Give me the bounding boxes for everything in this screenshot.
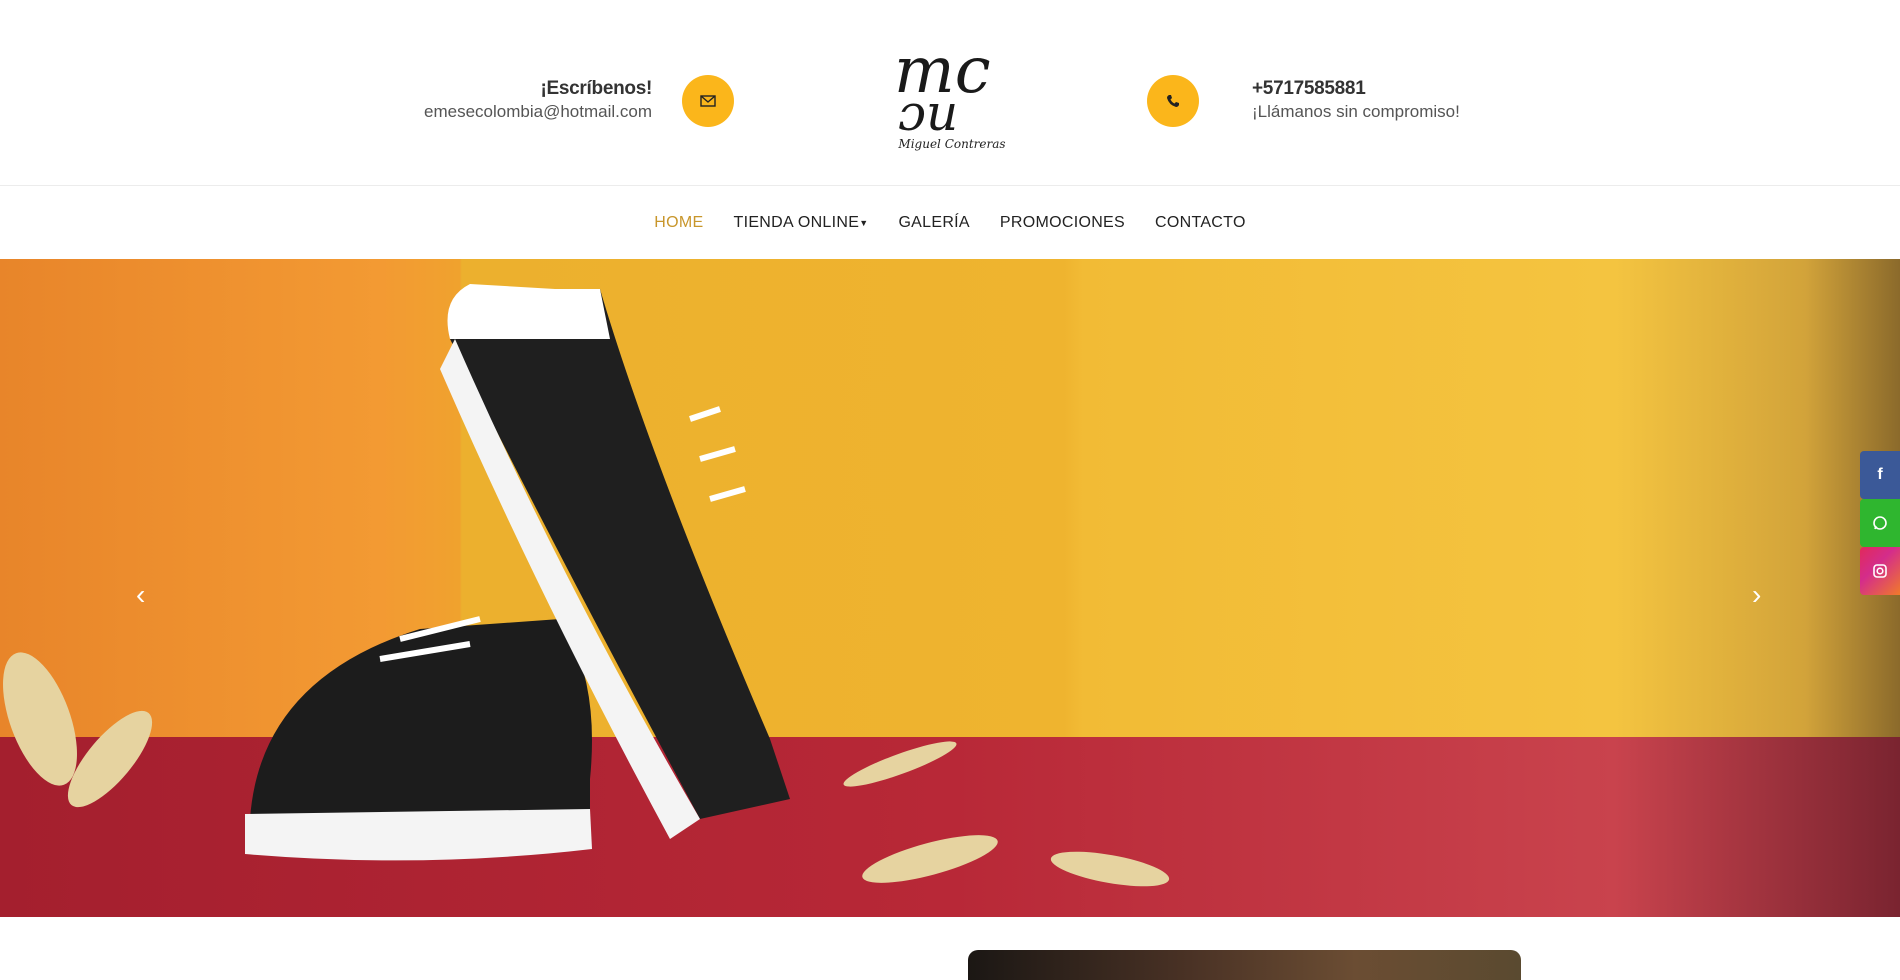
email-contact: ¡Escríbenos! emesecolombia@hotmail.com bbox=[424, 78, 652, 122]
email-title: ¡Escríbenos! bbox=[540, 78, 653, 99]
nav-tienda-online[interactable]: TIENDA ONLINE▼ bbox=[734, 214, 869, 232]
instagram-icon bbox=[1873, 564, 1887, 578]
slider-prev-button[interactable]: ‹ bbox=[136, 579, 145, 611]
instagram-button[interactable] bbox=[1860, 547, 1900, 595]
facebook-icon: f bbox=[1877, 466, 1883, 483]
nav-promociones[interactable]: PROMOCIONES bbox=[1000, 214, 1125, 232]
hero-slider: ‹ › bbox=[0, 259, 1900, 917]
hero-shoes-image bbox=[3, 284, 1170, 887]
slider-next-button[interactable]: › bbox=[1752, 579, 1761, 611]
phone-icon[interactable] bbox=[1147, 75, 1199, 127]
logo[interactable]: mc ɔu Miguel Contreras bbox=[884, 34, 1020, 154]
svg-text:ɔu: ɔu bbox=[898, 84, 958, 142]
svg-text:Miguel Contreras: Miguel Contreras bbox=[897, 137, 1005, 151]
caret-down-icon: ▼ bbox=[859, 217, 869, 228]
featured-image-card[interactable] bbox=[968, 950, 1521, 980]
nav-contacto[interactable]: CONTACTO bbox=[1155, 214, 1246, 232]
main-nav: HOME TIENDA ONLINE▼ GALERÍA PROMOCIONES … bbox=[0, 186, 1900, 259]
whatsapp-icon bbox=[1873, 516, 1887, 530]
nav-tienda-label: TIENDA ONLINE bbox=[733, 213, 860, 231]
site-header: ¡Escríbenos! emesecolombia@hotmail.com m… bbox=[0, 0, 1900, 186]
phone-number[interactable]: +5717585881 bbox=[1252, 78, 1460, 100]
nav-home[interactable]: HOME bbox=[654, 214, 703, 232]
nav-galeria[interactable]: GALERÍA bbox=[898, 214, 969, 232]
envelope-icon[interactable] bbox=[682, 75, 734, 127]
facebook-button[interactable]: f bbox=[1860, 451, 1900, 499]
phone-subtitle: ¡Llámanos sin compromiso! bbox=[1252, 102, 1460, 121]
phone-contact: +5717585881 ¡Llámanos sin compromiso! bbox=[1252, 78, 1460, 122]
email-address[interactable]: emesecolombia@hotmail.com bbox=[424, 102, 652, 122]
whatsapp-button[interactable] bbox=[1860, 499, 1900, 547]
